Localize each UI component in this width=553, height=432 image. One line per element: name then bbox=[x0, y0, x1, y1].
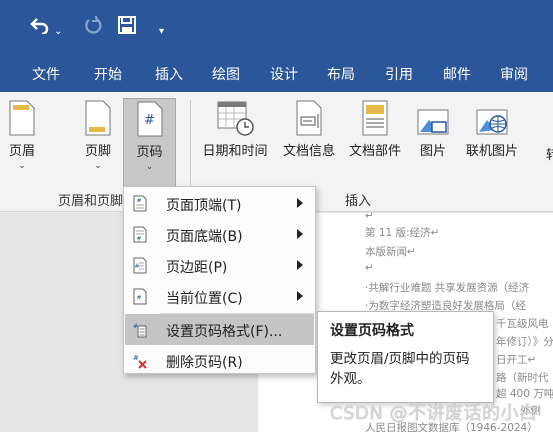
header-footer-group-label: 页眉和页脚 bbox=[58, 194, 124, 209]
chevron-down-icon: ⌄ bbox=[94, 161, 102, 171]
document-info-button[interactable]: 文档信息 bbox=[277, 100, 341, 159]
tooltip: 设置页码格式 更改页眉/页脚中的页码外观。 bbox=[317, 311, 494, 403]
svg-text:#: # bbox=[133, 323, 138, 330]
menu-item-label: 设置页码格式(F)... bbox=[166, 324, 283, 340]
picture-button[interactable]: 图片 bbox=[414, 100, 452, 159]
page-number-button[interactable]: # 页码 ⌄ bbox=[123, 98, 176, 188]
chevron-down-icon: ⌄ bbox=[145, 162, 154, 172]
date-time-button[interactable]: 日期和时间 bbox=[197, 100, 273, 159]
document-info-label: 文档信息 bbox=[282, 144, 335, 159]
truncated-ribbon-label[interactable]: 转 bbox=[546, 144, 553, 163]
doc-line: 路（新时代 bbox=[496, 372, 549, 384]
menu-item-label: 页边距(P) bbox=[166, 260, 228, 276]
doc-line: ↵ bbox=[365, 210, 374, 222]
page-number-icon: # bbox=[137, 101, 162, 137]
format-page-number-icon: # bbox=[133, 323, 147, 338]
online-picture-icon bbox=[476, 109, 508, 135]
page-bottom-icon: # bbox=[133, 226, 147, 243]
document-parts-button[interactable]: 文档部件 bbox=[344, 100, 406, 159]
document-info-icon bbox=[296, 100, 322, 136]
insert-group-label: 插入 bbox=[345, 194, 372, 209]
footer-button[interactable]: 页脚 ⌄ bbox=[78, 100, 118, 171]
header-icon bbox=[9, 100, 35, 136]
menu-item-page-margin[interactable]: # 页边距(P) bbox=[125, 250, 314, 281]
tooltip-title: 设置页码格式 bbox=[330, 323, 414, 339]
doc-line: ↵ bbox=[365, 262, 374, 274]
menu-item-label: 页面底端(B) bbox=[166, 229, 243, 245]
date-time-label: 日期和时间 bbox=[202, 144, 268, 159]
doc-line: 日开工↵ bbox=[496, 354, 537, 366]
tab-home[interactable]: 开始 bbox=[94, 58, 122, 92]
page-number-dropdown-menu: # 页面顶端(T) # 页面底端(B) # 页边距(P) # 当前位置(C) #… bbox=[123, 186, 316, 374]
menu-item-label: 页面顶端(T) bbox=[166, 198, 242, 214]
date-time-icon bbox=[217, 101, 254, 136]
submenu-arrow-icon bbox=[297, 198, 303, 208]
document-parts-icon bbox=[362, 100, 388, 136]
tab-review[interactable]: 审阅 bbox=[500, 58, 528, 92]
chevron-down-icon: ⌄ bbox=[18, 161, 26, 171]
page-top-icon: # bbox=[133, 195, 147, 212]
svg-text:#: # bbox=[133, 354, 139, 362]
online-picture-button[interactable]: 联机图片 bbox=[459, 100, 525, 159]
footer-icon bbox=[85, 100, 111, 136]
menu-item-current-position[interactable]: # 当前位置(C) bbox=[125, 281, 314, 312]
tab-references[interactable]: 引用 bbox=[385, 58, 413, 92]
svg-text:#: # bbox=[137, 295, 142, 302]
svg-text:#: # bbox=[137, 198, 142, 205]
picture-label: 图片 bbox=[419, 144, 446, 159]
title-bar: ⌄ ▾ bbox=[0, 0, 553, 58]
doc-line: ·共解行业难题 共享发展资源（经济 bbox=[365, 282, 530, 294]
undo-icon[interactable] bbox=[30, 16, 50, 39]
ribbon-tabs: 文件 开始 插入 绘图 设计 布局 引用 邮件 审阅 bbox=[0, 58, 553, 92]
picture-icon bbox=[417, 109, 449, 135]
doc-line: 第 11 版:经济↵ bbox=[365, 227, 440, 239]
tab-mailings[interactable]: 邮件 bbox=[443, 58, 471, 92]
watermark: CSDN @不讲废话的小白 bbox=[330, 403, 538, 424]
save-icon[interactable] bbox=[118, 16, 136, 39]
online-picture-label: 联机图片 bbox=[465, 144, 518, 159]
menu-item-page-top[interactable]: # 页面顶端(T) bbox=[125, 188, 314, 219]
doc-line: 本版新闻↵ bbox=[365, 246, 416, 258]
svg-text:#: # bbox=[135, 263, 140, 270]
tab-layout[interactable]: 布局 bbox=[327, 58, 355, 92]
page-number-label: 页码 bbox=[136, 145, 163, 160]
current-position-icon: # bbox=[133, 288, 147, 305]
header-label: 页眉 bbox=[8, 144, 35, 159]
tooltip-description: 更改页眉/页脚中的页码外观。 bbox=[330, 351, 470, 387]
document-parts-label: 文档部件 bbox=[348, 144, 401, 159]
submenu-arrow-icon bbox=[297, 291, 303, 301]
remove-page-number-icon: # bbox=[133, 354, 147, 369]
menu-item-label: 删除页码(R) bbox=[166, 355, 243, 371]
menu-item-page-bottom[interactable]: # 页面底端(B) bbox=[125, 219, 314, 250]
tab-insert[interactable]: 插入 bbox=[155, 58, 183, 92]
menu-item-format-page-numbers[interactable]: # 设置页码格式(F)... bbox=[125, 314, 314, 345]
tab-file[interactable]: 文件 bbox=[32, 58, 60, 92]
tab-draw[interactable]: 绘图 bbox=[212, 58, 240, 92]
redo-icon[interactable] bbox=[84, 15, 102, 39]
footer-label: 页脚 bbox=[84, 144, 111, 159]
doc-line: 千瓦级风电 bbox=[496, 318, 549, 330]
menu-item-label: 当前位置(C) bbox=[166, 291, 243, 307]
page-margin-icon: # bbox=[133, 257, 147, 274]
tab-design[interactable]: 设计 bbox=[270, 58, 298, 92]
svg-text:#: # bbox=[144, 113, 155, 128]
customize-qat-icon[interactable]: ▾ bbox=[159, 22, 164, 42]
submenu-arrow-icon bbox=[297, 229, 303, 239]
svg-text:#: # bbox=[137, 236, 142, 243]
doc-line: 年修订）》分 bbox=[496, 336, 553, 348]
menu-item-remove-page-numbers[interactable]: # 删除页码(R) bbox=[125, 345, 314, 376]
undo-dropdown-icon[interactable]: ⌄ bbox=[54, 22, 62, 42]
header-button[interactable]: 页眉 ⌄ bbox=[2, 100, 42, 171]
submenu-arrow-icon bbox=[297, 260, 303, 270]
